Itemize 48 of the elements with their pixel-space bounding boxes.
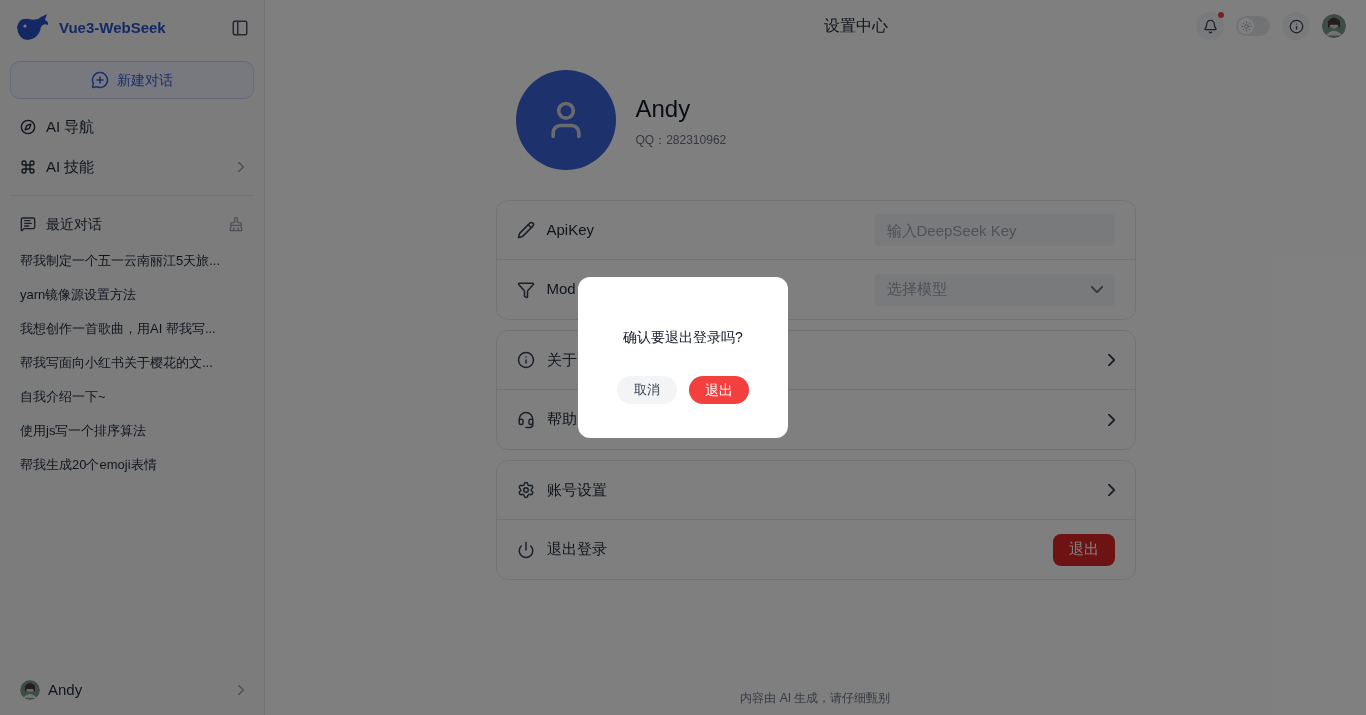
- new-chat-button[interactable]: 新建对话: [10, 61, 254, 99]
- footer-note: 内容由 AI 生成，请仔细甄别: [740, 690, 891, 707]
- nav-item[interactable]: AI 导航: [10, 107, 254, 147]
- theme-switch[interactable]: [1236, 16, 1270, 36]
- setting-label: 关于: [546, 349, 577, 370]
- section-title: 最近对话: [46, 214, 102, 234]
- chevron-right-icon: [1107, 354, 1115, 366]
- confirm-button[interactable]: 退出: [689, 376, 749, 404]
- setting-label: 退出登录: [546, 539, 607, 560]
- settings-icon: [516, 481, 535, 499]
- user-menu[interactable]: Andy: [10, 665, 254, 715]
- bell-icon: [1202, 18, 1218, 34]
- brand-name: Vue3-WebSeek: [59, 17, 166, 38]
- funnel-icon: [516, 280, 535, 299]
- page-title: 设置中心: [823, 16, 888, 36]
- setting-label: Mod: [546, 279, 576, 300]
- setting-label: ApiKey: [546, 219, 595, 240]
- setting-label: 账号设置: [546, 479, 607, 500]
- logout-button[interactable]: 退出: [1052, 533, 1115, 566]
- headset-icon: [516, 410, 535, 429]
- profile-name: Andy: [635, 94, 692, 124]
- chevron-right-icon: [1107, 413, 1115, 426]
- chat-history-item[interactable]: 帮我写面向小红书关于樱花的文...: [10, 346, 254, 380]
- info-icon: [516, 351, 535, 369]
- clear-icon[interactable]: [228, 216, 244, 232]
- profile-qq: QQ：282310962: [635, 132, 727, 149]
- nav-item[interactable]: AI 技能: [10, 147, 254, 187]
- chat-history-item[interactable]: yarn镜像源设置方法: [10, 278, 254, 312]
- sidebar-toggle-icon[interactable]: [231, 19, 249, 37]
- power-icon: [516, 540, 535, 559]
- new-chat-icon: [91, 71, 109, 89]
- dialog-message: 确认要退出登录吗?: [623, 328, 743, 347]
- chat-history-item[interactable]: 帮我生成20个emoji表情: [10, 448, 254, 482]
- command-icon: [20, 159, 36, 175]
- info-icon: [1288, 18, 1304, 34]
- chevron-right-icon: [238, 162, 244, 172]
- cancel-button[interactable]: 取消: [617, 376, 677, 404]
- chevron-right-icon: [1107, 484, 1115, 496]
- compass-icon: [20, 119, 36, 135]
- chat-icon: [20, 216, 36, 232]
- sun-icon: [1240, 20, 1252, 32]
- pencil-icon: [516, 221, 535, 239]
- setting-label: 帮助: [546, 409, 577, 430]
- info-button[interactable]: [1282, 12, 1310, 40]
- chevron-right-icon: [238, 685, 244, 695]
- whale-logo-icon: [15, 13, 51, 43]
- chevron-down-icon: [1090, 286, 1103, 293]
- notification-button[interactable]: [1196, 12, 1224, 40]
